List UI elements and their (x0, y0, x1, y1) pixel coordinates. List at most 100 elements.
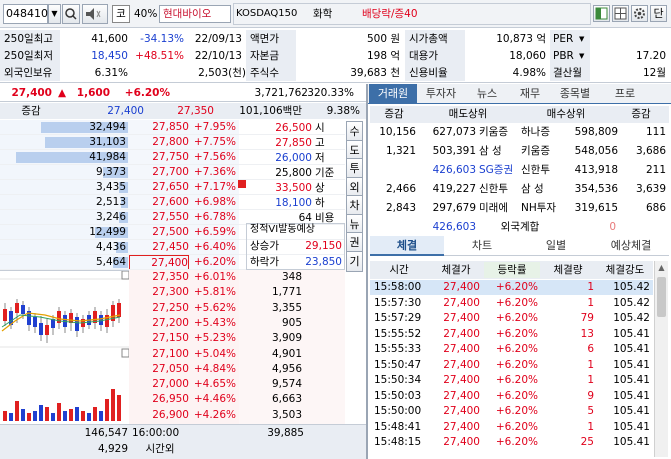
trade-time: 15:48:15 (374, 436, 422, 448)
bid-price[interactable]: 27,250 (129, 301, 189, 316)
side-button[interactable]: 기 (346, 250, 363, 272)
tab-right[interactable]: 종목별 (551, 84, 599, 104)
bid-price[interactable]: 27,050 (129, 362, 189, 377)
bid-pct: +5.81% (193, 286, 236, 299)
broker-sell-change: 2,843 (385, 202, 416, 214)
foreign-sell-qty: 426,603 (432, 221, 476, 233)
market-cap-label: 시가총액 (409, 33, 448, 45)
chart-link-button[interactable] (593, 5, 610, 22)
ask-price[interactable]: 27,600 (129, 195, 189, 210)
broker-sell-name[interactable]: 삼 성 (479, 143, 519, 159)
tab-trade[interactable]: 체결 (370, 236, 444, 256)
broker-buy-name[interactable]: 신한투 (521, 162, 561, 178)
pbr-dropdown[interactable]: ▼ (579, 50, 588, 62)
ask-price[interactable]: 27,400 (129, 255, 189, 270)
broker-sell-name[interactable]: 신한투 (479, 181, 519, 197)
broker-buy-change: 211 (645, 164, 666, 176)
vertical-divider (366, 84, 368, 459)
trade-rate: +6.20% (495, 312, 538, 324)
layout-button[interactable] (612, 5, 629, 22)
ask-price[interactable]: 27,450 (129, 240, 189, 255)
bid-pct: +4.65% (193, 378, 236, 391)
foreign-label: 외국계합 (500, 221, 540, 233)
broker-buy-name[interactable]: NH투자 (521, 200, 561, 216)
ask-pct: +7.56% (193, 151, 236, 163)
tab-trade[interactable]: 차트 (446, 236, 518, 256)
trade-strength: 105.41 (613, 405, 650, 417)
vi-up-label: 상승가 (250, 240, 279, 252)
broker-col-header: 매도상위 (448, 108, 488, 120)
trade-scrollbar[interactable]: ▲ (654, 261, 668, 457)
shares-value: 39,683 천 (350, 67, 400, 79)
ask-price[interactable]: 27,700 (129, 165, 189, 180)
trade-qty: 79 (580, 312, 594, 324)
broker-sell-name[interactable]: 미래에 (479, 200, 519, 216)
bid-price[interactable]: 27,150 (129, 331, 189, 346)
tab-right[interactable]: 뉴스 (465, 84, 509, 104)
vi-title: 정적VI발동예상 (250, 224, 315, 235)
stock-name: 현대바이오 (159, 5, 231, 23)
ask-price[interactable]: 27,800 (129, 135, 189, 150)
ask-price[interactable]: 27,650 (129, 180, 189, 195)
up-arrow-icon: ▲ (58, 87, 67, 99)
bid-pct: +5.23% (193, 332, 236, 345)
broker-buy-name[interactable]: 삼 성 (521, 181, 561, 197)
bid-qty: 3,909 (271, 332, 302, 345)
ask-qty: 41,984 (89, 151, 126, 163)
trade-time: 15:48:41 (374, 420, 422, 433)
bid-price[interactable]: 27,000 (129, 377, 189, 392)
per-dropdown[interactable]: ▼ (579, 33, 588, 45)
vi-up-value: 29,150 (305, 240, 342, 252)
scroll-thumb[interactable] (657, 277, 666, 317)
trade-col-header: 체결가 (441, 264, 471, 276)
trade-qty: 6 (587, 343, 594, 355)
trade-qty: 1 (587, 296, 594, 309)
tab-trade[interactable]: 일별 (520, 236, 592, 256)
broker-sell-name[interactable]: SG증권 (479, 162, 519, 178)
trade-qty: 1 (587, 281, 594, 293)
tab-right[interactable]: 재무 (510, 84, 550, 104)
summary-value: 33,500 (275, 182, 312, 194)
tab-right[interactable]: 투자자 (418, 84, 464, 104)
bid-price[interactable]: 27,350 (129, 270, 189, 285)
trade-price: 27,400 (443, 327, 480, 340)
candlestick-chart (0, 270, 130, 421)
trade-time: 15:50:03 (374, 389, 422, 402)
tab-right[interactable]: 거래원 (369, 84, 417, 104)
ask-qty: 32,494 (89, 121, 126, 133)
broker-buy-name[interactable]: 하나증 (521, 124, 561, 140)
tab-trade[interactable]: 예상체결 (594, 236, 668, 256)
ob-amount-pct: 9.38% (326, 105, 360, 117)
after-hours-qty: 4,929 (97, 443, 128, 455)
ask-price[interactable]: 27,550 (129, 210, 189, 225)
trade-price: 27,400 (443, 420, 480, 433)
code-dropdown-button[interactable]: ▼ (48, 4, 61, 24)
tab-right[interactable]: 프로 (600, 84, 650, 104)
stock-code-input[interactable]: 048410 (3, 4, 48, 24)
bid-price[interactable]: 27,200 (129, 316, 189, 331)
bid-price[interactable]: 27,100 (129, 347, 189, 362)
ask-price[interactable]: 27,750 (129, 150, 189, 165)
close-panel-button[interactable]: 단 (650, 5, 667, 22)
volume: 3,721,762 (254, 87, 308, 99)
broker-buy-name[interactable]: 키움증 (521, 143, 561, 159)
ask-price[interactable]: 27,500 (129, 225, 189, 240)
trade-strength: 105.42 (613, 312, 650, 324)
bid-qty: 4,956 (271, 362, 302, 375)
scroll-up-icon[interactable]: ▲ (655, 261, 668, 275)
bid-price[interactable]: 26,900 (129, 408, 189, 423)
broker-sell-name[interactable]: 키움증 (479, 124, 519, 140)
ask-total: 146,547 (84, 427, 128, 439)
bid-price[interactable]: 27,300 (129, 285, 189, 300)
sound-button[interactable] (82, 4, 108, 24)
settings-button[interactable] (631, 5, 648, 22)
trade-rate: +6.20% (495, 343, 538, 355)
ask-price[interactable]: 27,850 (129, 120, 189, 135)
trade-strength: 105.41 (613, 374, 650, 386)
bid-pct: +4.46% (193, 393, 236, 406)
credit-label: 신용비율 (409, 67, 448, 79)
search-button[interactable] (62, 4, 80, 24)
trade-strength: 105.41 (613, 343, 650, 355)
trade-time: 15:50:47 (374, 358, 422, 371)
bid-price[interactable]: 26,950 (129, 392, 189, 407)
